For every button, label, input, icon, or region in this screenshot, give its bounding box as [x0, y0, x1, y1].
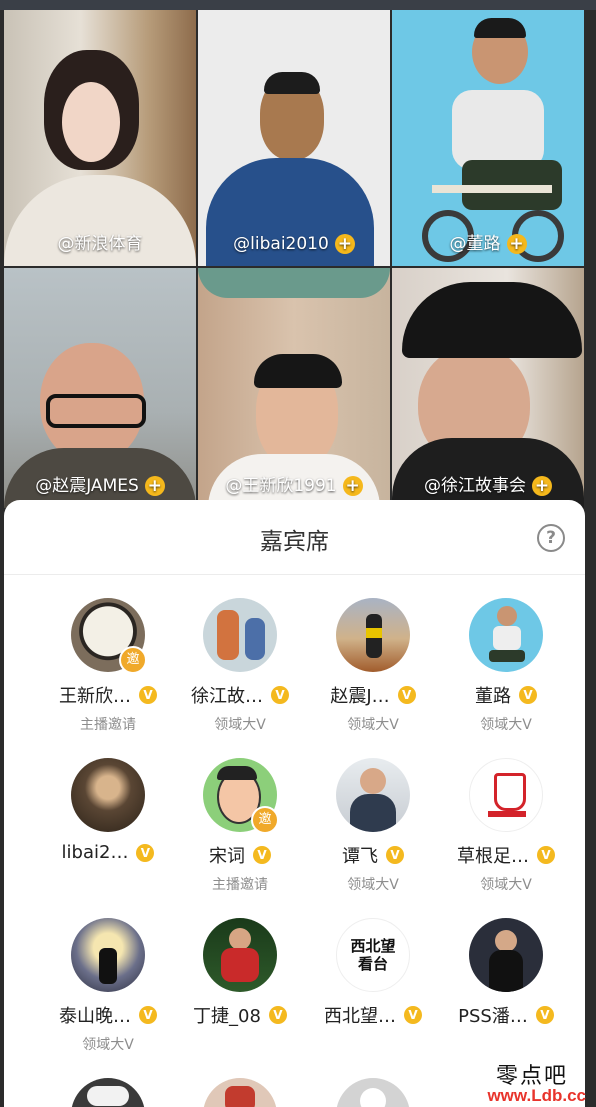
guest-name: 赵震J… [330, 686, 390, 707]
verified-v-icon: V [519, 686, 537, 704]
guest-name: 谭飞 [342, 846, 378, 867]
watermark-url: www.Ldb.cc [487, 1086, 586, 1105]
avatar [336, 598, 410, 672]
guest-item[interactable]: 徐江故… V 领域大V [170, 598, 310, 734]
invite-badge-icon: 邀 [119, 646, 147, 674]
follow-plus-icon[interactable]: + [532, 476, 552, 496]
verified-v-icon: V [139, 1006, 157, 1024]
guest-name: 泰山晚… [59, 1006, 131, 1027]
guest-item[interactable] [38, 1078, 178, 1107]
guest-role: 领域大V [82, 1037, 134, 1053]
guest-name: 董路 [475, 686, 511, 707]
guest-name: 宋词 [209, 846, 245, 867]
verified-v-icon: V [139, 686, 157, 704]
panel-title: 嘉宾席 [260, 529, 329, 555]
verified-v-icon: V [268, 1006, 287, 1024]
guest-item[interactable]: 西北望看台 西北望… V [303, 918, 443, 1034]
follow-plus-icon[interactable]: + [144, 476, 165, 496]
guest-role: 领域大V [347, 877, 399, 893]
tile-name-label: @徐江故事会 + [392, 471, 584, 496]
tile-name-label: @libai2010 + [198, 234, 390, 254]
avatar [71, 918, 145, 992]
avatar [203, 598, 277, 672]
guest-name: libai2… [61, 842, 129, 863]
guest-name: 草根足… [457, 846, 529, 867]
guest-name: PSS潘… [458, 1006, 528, 1027]
guest-item[interactable]: 邀 王新欣… V 主播邀请 [38, 598, 178, 734]
guest-item[interactable] [303, 1078, 443, 1107]
video-feed [4, 10, 196, 266]
tile-name-label: @赵震JAMES + [4, 471, 196, 496]
avatar [469, 918, 543, 992]
tile-name-label: @王新欣1991 + [198, 471, 390, 496]
follow-plus-icon[interactable]: + [334, 234, 355, 254]
guest-name: 王新欣… [59, 686, 131, 707]
verified-v-icon: V [537, 846, 555, 864]
guest-role: 主播邀请 [212, 877, 268, 893]
video-feed [198, 10, 390, 266]
guest-role: 领域大V [214, 717, 266, 733]
avatar [71, 1078, 145, 1107]
guest-role: 领域大V [347, 717, 399, 733]
status-bar [0, 0, 596, 10]
invite-badge-icon: 邀 [251, 806, 279, 834]
guest-item[interactable]: 董路 V 领域大V [436, 598, 576, 734]
guest-item[interactable]: 泰山晚… V 领域大V [38, 918, 178, 1054]
guest-panel: 嘉宾席 ? 邀 王新欣… V 主播邀请 徐江故… V 领域大V 赵震J… V 领域大V [4, 500, 585, 1107]
guest-role: 领域大V [480, 717, 532, 733]
avatar [469, 598, 543, 672]
verified-v-icon: V [535, 1006, 554, 1024]
avatar: 西北望看台 [336, 918, 410, 992]
tile-name-label: @董路 + [392, 229, 584, 254]
guest-item[interactable]: 赵震J… V 领域大V [303, 598, 443, 734]
video-tile[interactable]: @赵震JAMES + [4, 268, 196, 508]
video-feed [392, 10, 584, 266]
guest-item[interactable]: libai2… V [38, 758, 178, 869]
guest-item[interactable]: 草根足… V 领域大V [436, 758, 576, 894]
guest-item[interactable]: 谭飞 V 领域大V [303, 758, 443, 894]
tile-name-label: @新浪体育 [57, 234, 143, 254]
guest-name: 丁捷_08 [193, 1006, 261, 1027]
verified-v-icon: V [136, 843, 155, 862]
guest-item[interactable] [170, 1078, 310, 1107]
westnorth-logo: 西北望看台 [350, 937, 396, 973]
follow-plus-icon[interactable]: + [506, 234, 527, 254]
guest-item[interactable]: 丁捷_08 V [170, 918, 310, 1034]
avatar [336, 1078, 410, 1107]
verified-v-icon: V [404, 1006, 422, 1024]
verified-v-icon: V [397, 686, 416, 704]
verified-v-icon: V [386, 846, 404, 864]
video-tile[interactable]: @王新欣1991 + [198, 268, 390, 508]
guest-role: 领域大V [480, 877, 532, 893]
video-tile[interactable]: @libai2010 + [198, 10, 390, 266]
avatar: 邀 [203, 758, 279, 834]
guest-item[interactable]: 邀 宋词 V 主播邀请 [170, 758, 310, 894]
avatar [203, 1078, 277, 1107]
video-tile[interactable]: @新浪体育 [4, 10, 196, 266]
video-grid: @新浪体育 @libai2010 + @董路 + @赵震JAMES + @王新欣… [0, 10, 596, 508]
help-icon[interactable]: ? [537, 524, 565, 552]
verified-v-icon: V [271, 686, 289, 704]
avatar: 邀 [71, 598, 147, 674]
guest-item[interactable]: PSS潘… V [436, 918, 576, 1034]
guest-role: 主播邀请 [80, 717, 136, 733]
avatar [203, 918, 277, 992]
verified-v-icon: V [253, 846, 271, 864]
avatar [336, 758, 410, 832]
video-tile[interactable]: @董路 + [392, 10, 584, 266]
avatar [71, 758, 145, 832]
guest-name: 徐江故… [191, 686, 263, 707]
divider [4, 574, 585, 575]
guest-name: 西北望… [324, 1006, 396, 1027]
video-tile[interactable]: @徐江故事会 + [392, 268, 584, 508]
follow-plus-icon[interactable]: + [342, 476, 363, 496]
avatar [469, 758, 543, 832]
